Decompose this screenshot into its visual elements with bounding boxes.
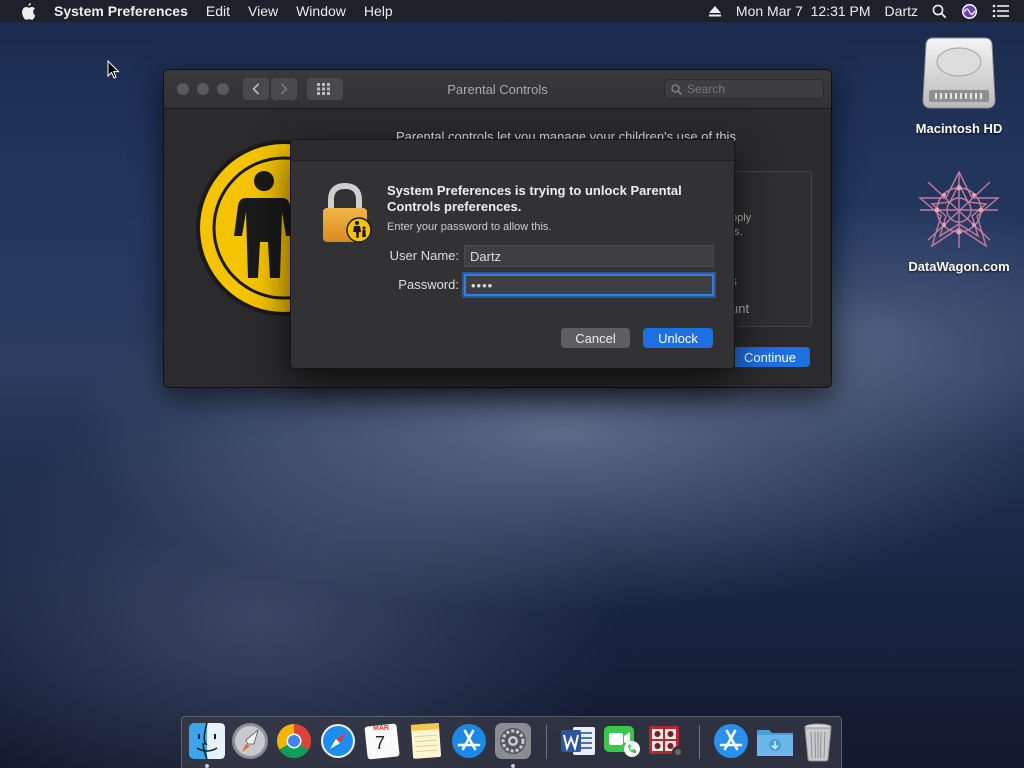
app-menu[interactable]: System Preferences [54, 3, 188, 19]
dialog-subtitle: Enter your password to allow this. [387, 221, 552, 233]
window-titlebar: Parental Controls Search [164, 70, 831, 109]
launchpad-icon [232, 723, 268, 759]
running-indicator [511, 764, 515, 768]
notes-icon [410, 722, 442, 759]
spotlight-search-icon[interactable] [932, 4, 947, 19]
dock-item-system-preferences[interactable] [494, 722, 532, 768]
facetime-icon [604, 726, 640, 757]
dock-separator [546, 725, 547, 759]
calendar-month: MAR [373, 725, 389, 732]
finder-icon [189, 722, 225, 760]
app-store-folder-icon [714, 724, 748, 758]
desktop-icon-datawagon[interactable]: DataWagon.com [898, 168, 1020, 274]
continue-button[interactable]: Continue [730, 347, 810, 367]
dock-item-calendar[interactable]: MAR 7 [363, 722, 401, 760]
menu-edit[interactable]: Edit [206, 3, 230, 19]
menu-window[interactable]: Window [296, 3, 346, 19]
eject-icon[interactable] [708, 5, 722, 17]
hard-drive-icon [922, 37, 996, 109]
dock-item-facetime[interactable] [603, 722, 641, 760]
dock-item-app-store[interactable] [450, 722, 488, 760]
cancel-button[interactable]: Cancel [561, 328, 630, 348]
apple-menu-icon[interactable] [20, 2, 38, 20]
siri-icon[interactable] [961, 3, 978, 20]
desktop-icon-macintosh-hd[interactable]: Macintosh HD [903, 34, 1015, 136]
dock: MAR 7 [181, 716, 842, 768]
unlock-dialog: System Preferences is trying to unlock P… [290, 139, 735, 369]
dock-item-notes[interactable] [406, 722, 444, 760]
dock-item-trash[interactable] [799, 722, 837, 762]
system-preferences-icon [495, 723, 531, 759]
menu-view[interactable]: View [248, 3, 278, 19]
running-indicator [205, 764, 209, 768]
mouse-cursor-icon [107, 59, 121, 85]
search-field[interactable]: Search [664, 79, 824, 99]
search-placeholder: Search [687, 82, 726, 96]
downloads-folder-icon [757, 730, 793, 756]
menu-bar: System Preferences Edit View Window Help… [0, 0, 1024, 22]
safari-icon [321, 724, 355, 758]
username-label: User Name: [389, 248, 459, 263]
options-panel: pply ts. s unt [731, 171, 812, 327]
unlock-button[interactable]: Unlock [643, 328, 713, 348]
password-field[interactable]: •••• [464, 274, 714, 296]
menu-help[interactable]: Help [364, 3, 393, 19]
search-icon [671, 83, 682, 95]
dialog-top-bar [291, 140, 734, 161]
desktop-icon-label: Macintosh HD [915, 121, 1003, 136]
dock-item-finder[interactable] [188, 722, 226, 768]
clock[interactable]: Mon Mar 7 12:31 PM [736, 3, 871, 19]
notification-center-icon[interactable] [992, 4, 1010, 18]
dock-item-chrome[interactable] [275, 722, 313, 760]
network-graphic-icon [918, 170, 1000, 248]
chrome-icon [277, 724, 311, 758]
word-icon [561, 727, 595, 755]
dock-item-downloads[interactable] [755, 722, 793, 760]
calendar-day: 7 [375, 733, 386, 753]
dock-separator [699, 725, 700, 759]
username-field[interactable]: Dartz [464, 245, 714, 267]
trash-icon [804, 723, 832, 762]
photo-booth-icon [649, 726, 684, 758]
dock-item-safari[interactable] [319, 722, 357, 760]
desktop-icon-label: DataWagon.com [908, 259, 1010, 274]
dock-item-word[interactable] [559, 722, 597, 760]
user-menu[interactable]: Dartz [885, 3, 918, 19]
dock-item-photo-booth[interactable] [647, 722, 685, 760]
dock-item-launchpad[interactable] [231, 722, 269, 760]
padlock-icon [319, 182, 375, 251]
password-label: Password: [398, 277, 459, 292]
dock-item-applications-stack[interactable] [712, 722, 750, 760]
dialog-title: System Preferences is trying to unlock P… [387, 183, 682, 214]
app-store-icon [452, 724, 486, 758]
